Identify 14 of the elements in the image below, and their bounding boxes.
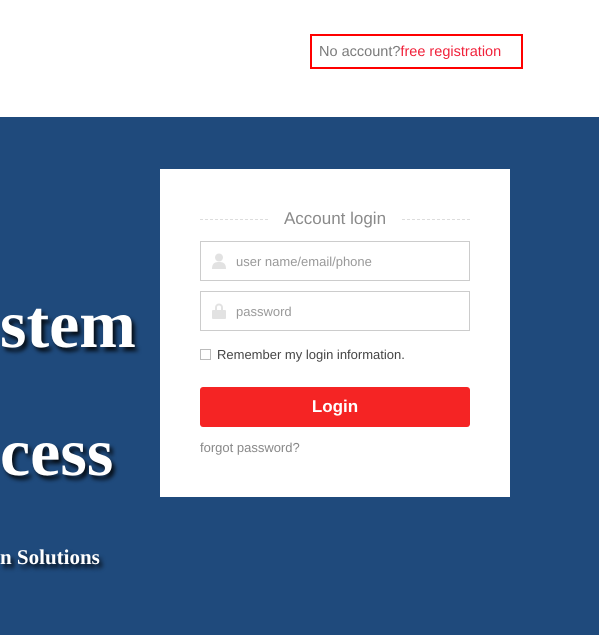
hero-title: stem [0,289,136,359]
hero-title: cess [0,417,114,487]
hero-subtitle: n Solutions [0,545,100,569]
login-button[interactable]: Login [200,387,470,427]
registration-link[interactable]: free registration [400,44,502,60]
password-field[interactable]: password [200,291,470,331]
remember-label: Remember my login information. [217,347,405,362]
forgot-password-link[interactable]: forgot password? [200,440,300,455]
username-field[interactable]: user name/email/phone [200,241,470,281]
remember-checkbox[interactable] [200,349,211,360]
login-title: Account login [284,209,386,229]
user-icon [212,253,226,269]
no-account-text: No account? [319,44,400,60]
lock-icon [212,303,226,319]
